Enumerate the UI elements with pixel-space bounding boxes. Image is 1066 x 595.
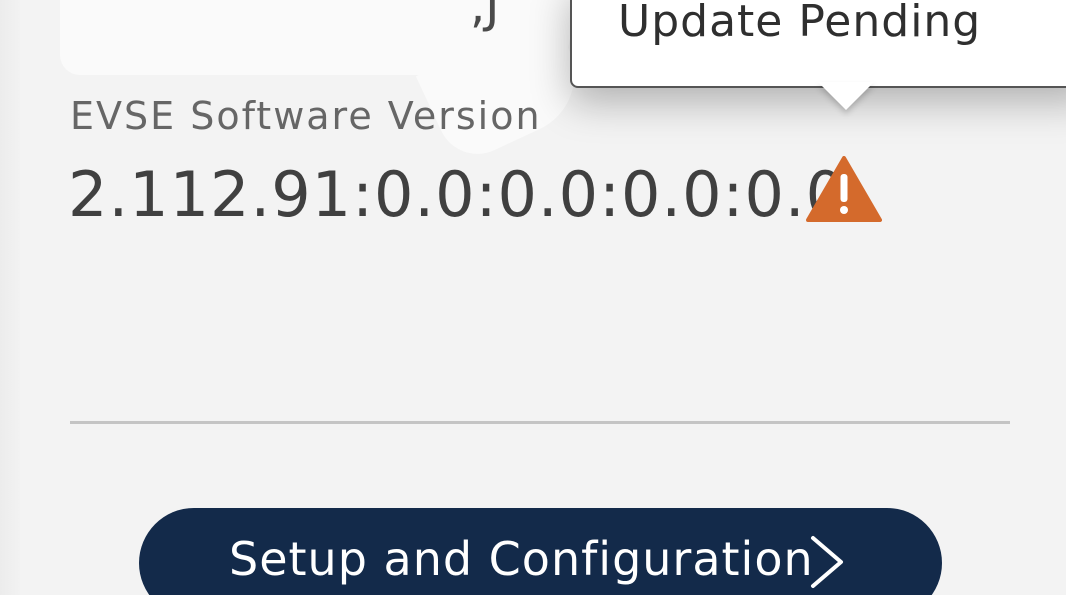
section-divider	[70, 421, 1010, 424]
setup-and-configuration-button[interactable]: Setup and Configuration	[139, 508, 942, 595]
update-pending-tooltip: Update Pending	[570, 0, 1066, 88]
evse-software-version-value: 2.112.91:0.0:0.0:0.0:0.0	[68, 158, 847, 231]
evse-software-version-label: EVSE Software Version	[70, 94, 542, 138]
tooltip-arrow	[818, 82, 874, 110]
setup-and-configuration-label: Setup and Configuration	[229, 532, 814, 586]
chevron-right-icon	[811, 536, 843, 588]
charger-details-screen: ጠ ,J EVSE Software Version 2.112.91:0.0:…	[0, 0, 1066, 595]
redacted-field-suffix: ,J	[470, 0, 500, 34]
warning-exclamation-dot	[840, 206, 848, 214]
warning-exclamation-bar	[840, 174, 848, 202]
tooltip-text: Update Pending	[618, 0, 982, 47]
warning-triangle-icon[interactable]	[806, 156, 882, 222]
left-edge-shadow	[0, 0, 20, 595]
